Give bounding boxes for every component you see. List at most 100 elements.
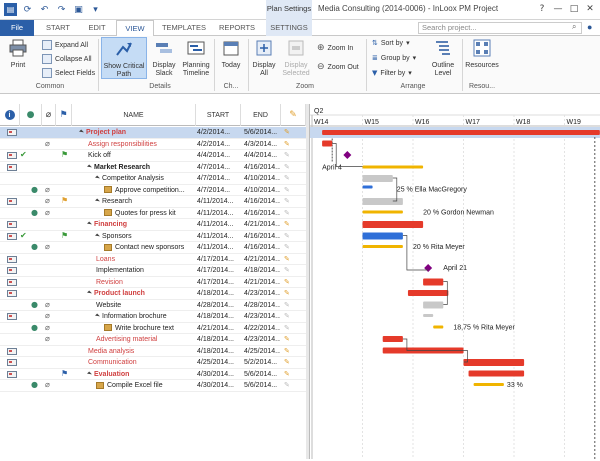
table-row[interactable]: ● ⌀ Website 4/28/2014... 4/28/2014... ✎ [0, 300, 306, 311]
table-row[interactable]: ● ⌀ Approve competition... 4/7/2014... 4/10/… [0, 185, 306, 196]
pin-icon[interactable]: ✎ [284, 266, 290, 274]
help-circle-icon[interactable]: ● [587, 22, 592, 32]
collapse-triangle-icon[interactable] [87, 371, 92, 377]
close-button[interactable]: ✕ [582, 2, 598, 16]
table-row[interactable]: ⌀ Advertising material 4/18/2014... 4/23/20… [0, 334, 306, 346]
pin-icon[interactable]: ✎ [284, 163, 290, 171]
pin-icon[interactable]: ✎ [284, 128, 290, 136]
search-input[interactable]: Search project... [418, 22, 582, 34]
table-row[interactable]: Project plan 4/2/2014... 5/6/2014... ✎ [0, 127, 306, 139]
collapse-all-button[interactable]: Collapse All [42, 54, 92, 64]
table-row[interactable]: Market Research 4/7/2014... 4/16/2014... ✎ [0, 162, 306, 173]
user-icon: ● [31, 322, 38, 332]
pin-icon[interactable]: ✎ [284, 174, 290, 182]
pin-icon[interactable]: ✎ [284, 312, 290, 320]
table-row[interactable]: Financing 4/11/2014... 4/21/2014... ✎ [0, 219, 306, 231]
tab-file[interactable]: File [0, 20, 34, 36]
table-row[interactable]: Communication 4/25/2014... 5/2/2014... ✎ [0, 357, 306, 369]
pin-icon[interactable]: ✎ [284, 197, 290, 205]
pin-icon[interactable]: ✎ [284, 381, 290, 389]
resources-button[interactable]: Resources [465, 39, 499, 70]
select-fields-button[interactable]: Select Fields [42, 68, 95, 78]
table-row[interactable]: ⚑ Evaluation 4/30/2014... 5/6/2014... ✎ [0, 369, 306, 380]
table-row[interactable]: ⌀ Assign responsibilities 4/2/2014... 4/3/2… [0, 139, 306, 150]
pin-icon[interactable]: ✎ [284, 335, 290, 343]
maximize-button[interactable]: □ [566, 2, 582, 16]
tab-settings[interactable]: SETTINGS [266, 20, 312, 36]
search-icon[interactable]: ⌕ [572, 22, 576, 32]
undo-icon[interactable]: ↶ [38, 3, 51, 16]
table-row[interactable]: Competitor Analysis 4/7/2014... 4/10/2014.… [0, 173, 306, 185]
collapse-triangle-icon[interactable] [95, 233, 100, 239]
table-row[interactable]: ● ⌀ Write brochure text 4/21/2014... 4/22/20… [0, 322, 306, 334]
table-row[interactable]: Product launch 4/18/2014... 4/23/2014... ✎ [0, 288, 306, 300]
refresh-icon[interactable]: ⟳ [21, 3, 34, 16]
pin-icon[interactable]: ✎ [284, 220, 290, 228]
tab-reports[interactable]: REPORTS [212, 20, 262, 36]
pin-icon[interactable]: ✎ [284, 140, 290, 148]
pin-column-header[interactable]: ✎ [281, 104, 306, 126]
pin-icon[interactable]: ✎ [284, 301, 290, 309]
end-column-header[interactable]: END [241, 104, 281, 126]
table-row[interactable]: ● ⌀ Quotes for press kit 4/11/2014... 4/16/2… [0, 208, 306, 219]
table-row[interactable]: ⌀ Information brochure 4/18/2014... 4/23/20… [0, 311, 306, 323]
save-icon[interactable]: ▣ [72, 3, 85, 16]
table-row[interactable]: ✔ ⚑ Sponsors 4/11/2014... 4/16/2014... ✎ [0, 231, 306, 242]
resource-column-header[interactable]: ● [20, 104, 42, 126]
show-critical-path-button[interactable]: Show Critical Path [101, 37, 147, 79]
flag-column-header[interactable]: ⚑ [56, 104, 72, 126]
outline-level-button[interactable]: Outline Level [428, 39, 458, 78]
pin-icon[interactable]: ✎ [284, 324, 290, 332]
collapse-triangle-icon[interactable] [87, 164, 92, 170]
table-row[interactable]: ● ⌀ Contact new sponsors 4/11/2014... 4/16/2… [0, 242, 306, 254]
zoom-out-button[interactable]: ⊖ Zoom Out [317, 62, 359, 72]
tab-templates[interactable]: TEMPLATES [156, 20, 212, 36]
table-row[interactable]: Media analysis 4/18/2014... 4/25/2014... ✎ [0, 346, 306, 357]
pin-icon[interactable]: ✎ [284, 370, 290, 378]
attachment-column-header[interactable]: ⌀ [42, 104, 56, 126]
zoom-in-button[interactable]: ⊕ Zoom In [317, 43, 353, 53]
collapse-triangle-icon[interactable] [87, 221, 92, 227]
name-column-header[interactable]: NAME [72, 104, 196, 126]
collapse-triangle-icon[interactable] [87, 290, 92, 296]
pin-icon[interactable]: ✎ [284, 186, 290, 194]
planning-timeline-button[interactable]: Planning Timeline [181, 39, 211, 78]
group-by-dropdown[interactable]: ≣ Group by ▾ [372, 54, 416, 62]
filter-by-dropdown[interactable]: ▼ Filter by ▾ [372, 69, 412, 77]
display-all-button[interactable]: Display All [251, 39, 277, 78]
customize-qat-icon[interactable]: ▾ [89, 3, 102, 16]
redo-icon[interactable]: ↷ [55, 3, 68, 16]
print-button[interactable]: Print [4, 39, 32, 70]
pin-icon[interactable]: ✎ [284, 289, 290, 297]
table-row[interactable]: ✔ ⚑ Kick off 4/4/2014... 4/4/2014... ✎ [0, 150, 306, 162]
pin-icon[interactable]: ✎ [284, 347, 290, 355]
tab-edit[interactable]: EDIT [78, 20, 116, 36]
table-row[interactable]: ⌀ ⚑ Research 4/11/2014... 4/16/2014... ✎ [0, 196, 306, 208]
display-selected-button[interactable]: Display Selected [280, 39, 312, 78]
pin-icon[interactable]: ✎ [284, 243, 290, 251]
pin-icon[interactable]: ✎ [284, 151, 290, 159]
pin-icon[interactable]: ✎ [284, 278, 290, 286]
collapse-triangle-icon[interactable] [95, 313, 100, 319]
minimize-button[interactable]: — [550, 2, 566, 16]
tab-view[interactable]: VIEW [116, 20, 154, 37]
pin-icon[interactable]: ✎ [284, 209, 290, 217]
collapse-triangle-icon[interactable] [95, 175, 100, 181]
table-row[interactable]: Implementation 4/17/2014... 4/18/2014... ✎ [0, 265, 306, 277]
table-row[interactable]: ● ⌀ Compile Excel file 4/30/2014... 5/6/2014… [0, 380, 306, 392]
expand-all-button[interactable]: Expand All [42, 40, 88, 50]
display-slack-button[interactable]: Display Slack [150, 39, 178, 78]
sort-by-dropdown[interactable]: ⇅ Sort by ▾ [372, 39, 410, 47]
table-row[interactable]: Revision 4/17/2014... 4/21/2014... ✎ [0, 277, 306, 288]
collapse-triangle-icon[interactable] [79, 129, 84, 135]
help-button[interactable]: ? [534, 2, 550, 16]
pin-icon[interactable]: ✎ [284, 255, 290, 263]
tab-start[interactable]: START [38, 20, 78, 36]
info-column-header[interactable]: i [0, 104, 20, 126]
pin-icon[interactable]: ✎ [284, 358, 290, 366]
table-row[interactable]: Loans 4/17/2014... 4/21/2014... ✎ [0, 254, 306, 265]
collapse-triangle-icon[interactable] [95, 198, 100, 204]
pin-icon[interactable]: ✎ [284, 232, 290, 240]
start-column-header[interactable]: START [196, 104, 241, 126]
today-button[interactable]: Today [218, 39, 244, 70]
